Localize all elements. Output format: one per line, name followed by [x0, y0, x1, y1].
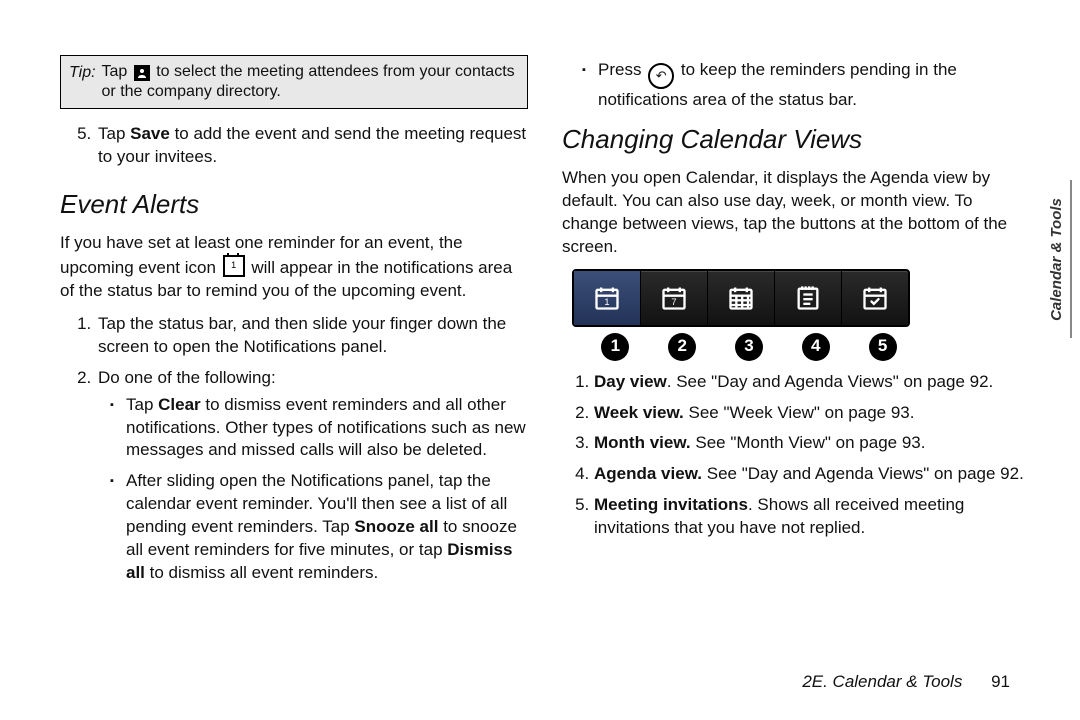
- left-column: Tip: Tap to select the meeting attendees…: [60, 55, 528, 610]
- step-5: Tap Save to add the event and send the m…: [96, 123, 528, 169]
- svg-text:1: 1: [604, 297, 609, 307]
- contact-icon: [134, 65, 150, 81]
- alerts-step-2: Do one of the following: Tap Clear to di…: [96, 367, 528, 585]
- step-list-continued: Tap Save to add the event and send the m…: [74, 123, 528, 169]
- press-back-item: Press ↶ to keep the reminders pending in…: [590, 59, 1030, 112]
- callout-5: 5: [849, 333, 916, 361]
- alerts-steps: Tap the status bar, and then slide your …: [74, 313, 528, 585]
- snooze-all-label: Snooze all: [354, 517, 438, 536]
- l: Meeting invitations: [594, 495, 748, 514]
- calendar-toolbar-screenshot: 1 7 1 2 3 4 5: [572, 269, 1030, 361]
- calendar-view-toolbar: 1 7: [572, 269, 910, 327]
- thumb-tab: Calendar & Tools: [1042, 180, 1072, 338]
- back-icon: ↶: [648, 63, 674, 89]
- right-column: Press ↶ to keep the reminders pending in…: [562, 55, 1030, 610]
- callout-3: 3: [716, 333, 783, 361]
- page-number: 91: [991, 672, 1010, 691]
- t: Do one of the following:: [98, 368, 276, 387]
- press-bullet: Press ↶ to keep the reminders pending in…: [562, 59, 1030, 112]
- callout-4: 4: [782, 333, 849, 361]
- t: See "Day and Agenda Views" on page 92.: [702, 464, 1024, 483]
- view-item-month: Month view. See "Month View" on page 93.: [594, 432, 1030, 455]
- t: Press: [598, 60, 646, 79]
- view-item-day: Day view. See "Day and Agenda Views" on …: [594, 371, 1030, 394]
- t: Tap: [98, 124, 130, 143]
- l: Agenda view.: [594, 464, 702, 483]
- l: Month view.: [594, 433, 691, 452]
- alerts-option-clear: Tap Clear to dismiss event reminders and…: [118, 394, 528, 463]
- view-item-week: Week view. See "Week View" on page 93.: [594, 402, 1030, 425]
- t: See "Month View" on page 93.: [691, 433, 926, 452]
- view-item-invitations: Meeting invitations. Shows all received …: [594, 494, 1030, 540]
- view-item-agenda: Agenda view. See "Day and Agenda Views" …: [594, 463, 1030, 486]
- toolbar-callouts: 1 2 3 4 5: [582, 333, 916, 361]
- clear-label: Clear: [158, 395, 201, 414]
- alerts-intro: If you have set at least one reminder fo…: [60, 232, 528, 303]
- alerts-step-1: Tap the status bar, and then slide your …: [96, 313, 528, 359]
- tip-text-before: Tap: [102, 63, 132, 80]
- n: 1: [601, 333, 629, 361]
- svg-text:7: 7: [671, 297, 676, 307]
- t: to dismiss all event reminders.: [145, 563, 378, 582]
- t: See "Week View" on page 93.: [684, 403, 915, 422]
- alerts-options: Tap Clear to dismiss event reminders and…: [98, 394, 528, 586]
- callout-1: 1: [582, 333, 649, 361]
- upcoming-event-icon: [223, 255, 245, 277]
- thumb-tab-label: Calendar & Tools: [1048, 198, 1065, 321]
- l: Week view.: [594, 403, 684, 422]
- manual-page: Tip: Tap to select the meeting attendees…: [0, 0, 1080, 640]
- alerts-option-snooze-dismiss: After sliding open the Notifications pan…: [118, 470, 528, 585]
- l: Day view: [594, 372, 667, 391]
- invitations-view-button[interactable]: [842, 271, 908, 325]
- t: . See "Day and Agenda Views" on page 92.: [667, 372, 994, 391]
- n: 3: [735, 333, 763, 361]
- tip-label: Tip:: [69, 62, 96, 84]
- heading-event-alerts: Event Alerts: [60, 187, 528, 222]
- heading-changing-views: Changing Calendar Views: [562, 122, 1030, 157]
- n: 2: [668, 333, 696, 361]
- month-view-button[interactable]: [708, 271, 775, 325]
- tip-text: Tap to select the meeting attendees from…: [102, 62, 519, 102]
- views-legend: Day view. See "Day and Agenda Views" on …: [572, 371, 1030, 541]
- t: Tap: [126, 395, 158, 414]
- views-intro: When you open Calendar, it displays the …: [562, 167, 1030, 259]
- n: 5: [869, 333, 897, 361]
- tip-box: Tip: Tap to select the meeting attendees…: [60, 55, 528, 109]
- week-view-button[interactable]: 7: [641, 271, 708, 325]
- tip-text-after: to select the meeting attendees from you…: [102, 63, 515, 100]
- chapter-label: 2E. Calendar & Tools: [802, 672, 962, 691]
- n: 4: [802, 333, 830, 361]
- save-label: Save: [130, 124, 170, 143]
- page-footer: 2E. Calendar & Tools 91: [802, 672, 1010, 692]
- day-view-button[interactable]: 1: [574, 271, 641, 325]
- callout-2: 2: [649, 333, 716, 361]
- agenda-view-button[interactable]: [775, 271, 842, 325]
